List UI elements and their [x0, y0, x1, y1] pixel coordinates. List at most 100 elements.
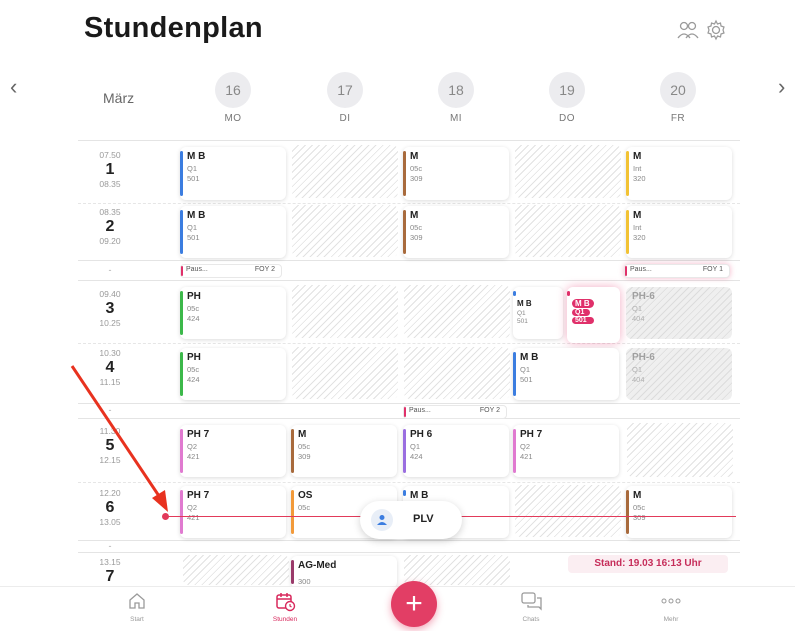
lesson-card[interactable]: M 05c 309 — [403, 147, 509, 200]
lesson-course: 05c — [187, 365, 200, 374]
lesson-course: Q1 — [187, 164, 198, 173]
lesson-card[interactable]: AG-Med 300 — [291, 556, 397, 588]
prev-week-button[interactable]: ‹ — [10, 76, 17, 98]
tab-start[interactable]: Start — [107, 588, 167, 623]
pause-room: FOY 2 — [479, 407, 500, 414]
lesson-room: 300 — [298, 577, 311, 586]
plv-button[interactable]: PLV — [360, 501, 462, 539]
pause-card[interactable]: Paus... FOY 2 — [403, 405, 507, 419]
period-end: 13.05 — [99, 517, 121, 527]
lesson-subject: PH 7 — [187, 429, 210, 440]
lesson-card[interactable]: PH 7 Q2 421 — [513, 425, 619, 477]
tab-label: Mehr — [663, 616, 679, 623]
lesson-card[interactable]: M B Q1 501 — [180, 147, 286, 200]
lesson-card[interactable]: PH 05c 424 — [180, 287, 286, 339]
lesson-card[interactable]: M Int 320 — [626, 206, 732, 258]
lesson-subject: M — [633, 151, 642, 162]
lesson-card-highlighted[interactable]: M B Q1 501 — [567, 287, 620, 343]
lesson-card-cancelled[interactable]: PH-6 Q1 404 — [626, 348, 732, 400]
lesson-subject: M B — [410, 490, 429, 501]
lesson-subject: M — [410, 151, 419, 162]
day-name-fr: FR — [670, 113, 686, 124]
pause-color-bar — [181, 266, 183, 276]
lesson-course: 05c — [187, 304, 200, 313]
lesson-subject: M B — [517, 299, 532, 308]
lesson-card[interactable]: M B Q1 501 — [180, 206, 286, 258]
more-icon — [641, 588, 701, 614]
gear-icon[interactable] — [703, 17, 729, 43]
lesson-subject: M — [633, 210, 642, 221]
period-start: 11.30 — [99, 426, 121, 436]
tab-chats[interactable]: Chats — [501, 588, 561, 623]
lesson-card[interactable]: PH 7 Q2 421 — [180, 486, 286, 538]
lesson-subject: M — [633, 490, 642, 501]
lesson-room: 421 — [187, 452, 200, 461]
day-number-do[interactable]: 19 — [549, 72, 585, 108]
subject-color-bar — [291, 429, 294, 473]
lesson-subject: PH-6 — [632, 291, 655, 302]
free-slot — [292, 347, 398, 399]
lesson-card[interactable]: M Int 320 — [626, 147, 732, 200]
period-end: 08.35 — [99, 179, 121, 189]
add-button[interactable]: + — [391, 581, 437, 627]
day-number-di[interactable]: 17 — [327, 72, 363, 108]
day-name-mi: MI — [449, 113, 463, 124]
lesson-course: Q1 — [632, 365, 643, 374]
pause-card[interactable]: Paus... FOY 1 — [624, 264, 730, 278]
lesson-room: 424 — [187, 314, 200, 323]
lesson-course: 05c — [298, 442, 311, 451]
subject-color-bar — [513, 429, 516, 473]
lesson-room: 309 — [298, 452, 311, 461]
subject-color-bar — [180, 429, 183, 473]
free-slot — [515, 205, 621, 257]
day-number-mo[interactable]: 16 — [215, 72, 251, 108]
tab-label: Start — [130, 616, 144, 623]
subject-color-bar — [180, 490, 183, 534]
day-number-mi[interactable]: 18 — [438, 72, 474, 108]
lesson-card[interactable]: PH 05c 424 — [180, 348, 286, 400]
pause-color-bar — [625, 266, 627, 276]
lesson-card[interactable]: PH 6 Q1 424 — [403, 425, 509, 477]
calendar-clock-icon — [255, 588, 315, 614]
row-divider — [78, 343, 740, 344]
day-number-fr[interactable]: 20 — [660, 72, 696, 108]
day-name-do: DO — [559, 113, 575, 124]
lesson-card-cancelled[interactable]: PH-6 Q1 404 — [626, 287, 732, 339]
row-divider — [78, 203, 740, 204]
lesson-card[interactable]: PH 7 Q2 421 — [180, 425, 286, 477]
tab-stunden[interactable]: Stunden — [255, 588, 315, 623]
page-title: Stundenplan — [84, 12, 263, 44]
lesson-card[interactable]: M 05c 309 — [403, 206, 509, 258]
subject-color-bar — [403, 490, 406, 496]
lesson-subject: M B — [187, 151, 206, 162]
day-name-mo: MO — [224, 113, 242, 124]
lesson-room: 501 — [517, 318, 528, 325]
lesson-room: 421 — [520, 452, 533, 461]
subject-color-bar — [291, 490, 294, 534]
period-end: 09.20 — [99, 236, 121, 246]
lesson-subject: M — [298, 429, 307, 440]
lesson-card[interactable]: M 05c 309 — [291, 425, 397, 477]
row-divider — [78, 552, 740, 553]
period-2-time: 08.35 2 09.20 — [80, 207, 140, 247]
free-slot — [292, 285, 398, 338]
subject-color-bar — [180, 151, 183, 196]
period-number: 2 — [105, 218, 115, 235]
subject-color-bar — [180, 210, 183, 254]
lesson-course: 05c — [633, 503, 646, 512]
lesson-subject: PH-6 — [632, 352, 655, 363]
lesson-card[interactable]: M B Q1 501 — [513, 348, 619, 400]
free-slot — [627, 423, 733, 477]
tab-mehr[interactable]: Mehr — [641, 588, 701, 623]
lesson-subject: OS — [298, 490, 313, 501]
lesson-card[interactable]: M B Q1 501 — [513, 287, 563, 339]
pause-card[interactable]: Paus... FOY 2 — [180, 264, 282, 278]
lesson-subject: PH 7 — [520, 429, 543, 440]
next-week-button[interactable]: › — [778, 76, 785, 98]
users-icon[interactable] — [675, 17, 701, 43]
lesson-room: 501 — [187, 174, 200, 183]
lesson-card[interactable]: M 05c 309 — [626, 486, 732, 538]
lesson-room: 309 — [410, 174, 423, 183]
lesson-course: Int — [633, 223, 642, 232]
period-5-time: 11.30 5 12.15 — [80, 426, 140, 466]
